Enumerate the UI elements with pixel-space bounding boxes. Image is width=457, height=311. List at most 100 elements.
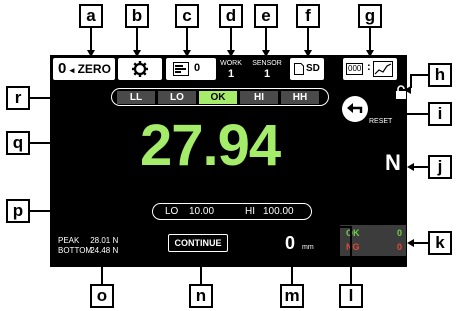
arrowhead-p xyxy=(145,207,152,215)
callout-d: d xyxy=(219,4,243,28)
leader-e xyxy=(265,28,267,50)
memory-button[interactable]: 0 xyxy=(166,58,216,80)
separator-icon: : xyxy=(367,61,371,73)
leader-o xyxy=(101,261,103,284)
leader-h xyxy=(410,74,428,76)
reset-button[interactable] xyxy=(342,96,368,122)
arrowhead-o xyxy=(98,255,106,262)
arrowhead-k xyxy=(407,239,414,247)
arrowhead-l xyxy=(318,219,326,226)
callout-q: q xyxy=(6,131,30,155)
lo-label: LO xyxy=(165,206,179,217)
memory-value: 0 xyxy=(194,62,201,74)
zero-button[interactable]: 0 ◂ ZERO xyxy=(53,58,115,80)
callout-m: m xyxy=(280,284,304,308)
measurement-value: 27.94 xyxy=(140,113,281,178)
arrowhead-b xyxy=(133,50,141,57)
arrowhead-e xyxy=(262,50,270,57)
leader-g xyxy=(369,28,371,50)
hi-label: HI xyxy=(245,206,255,217)
continue-button[interactable]: CONTINUE xyxy=(168,234,228,252)
leader-a xyxy=(90,28,92,50)
peak-bottom-values: PEAK 28.01 N BOTTOM 24.48 N xyxy=(58,236,118,256)
callout-c: c xyxy=(175,4,199,28)
displacement-unit: mm xyxy=(302,244,314,251)
arrowhead-n xyxy=(197,255,205,262)
judge-hh: HH xyxy=(281,91,319,104)
graph-button[interactable]: 000 : xyxy=(343,58,397,80)
ng-count: 0 xyxy=(396,242,402,252)
gear-icon xyxy=(132,61,148,77)
peak-label: PEAK xyxy=(58,236,80,245)
leader-c xyxy=(186,28,188,50)
leader-k xyxy=(414,242,428,244)
arrowhead-a xyxy=(87,50,95,57)
callout-f: f xyxy=(296,4,320,28)
arrowhead-i xyxy=(371,110,378,118)
arrowhead-q xyxy=(131,139,138,147)
zero-label: ZERO xyxy=(77,62,111,76)
callout-l: l xyxy=(339,284,363,308)
ok-count: 0 xyxy=(396,228,402,238)
back-arrow-icon xyxy=(347,103,363,113)
leader-b xyxy=(136,28,138,50)
leader-m xyxy=(291,261,293,284)
leader-d xyxy=(230,28,232,50)
work-value[interactable]: 1 xyxy=(220,68,242,80)
sd-button[interactable]: SD xyxy=(290,58,324,80)
leader-l-horizontal xyxy=(322,226,352,228)
callout-n: n xyxy=(189,284,213,308)
peak-value: 28.01 N xyxy=(90,236,119,245)
zero-value: 0 xyxy=(58,60,67,77)
zero-arrow-icon: ◂ xyxy=(69,65,75,75)
bottom-label: BOTTOM xyxy=(58,246,93,255)
arrowhead-h xyxy=(404,86,411,94)
hi-value: 100.00 xyxy=(263,206,294,217)
arrowhead-j xyxy=(407,163,414,171)
arrowhead-d xyxy=(227,50,235,57)
work-label: WORK xyxy=(220,60,242,67)
sensor-label: SENSOR xyxy=(252,60,282,67)
callout-g: g xyxy=(358,4,382,28)
judge-ll: LL xyxy=(117,91,155,104)
callout-k: k xyxy=(428,231,452,255)
ng-label: NG xyxy=(346,242,360,252)
callout-e: e xyxy=(254,4,278,28)
callout-j: j xyxy=(428,155,452,179)
measurement-unit[interactable]: N xyxy=(385,150,401,176)
arrowhead-m xyxy=(288,255,296,262)
settings-button[interactable] xyxy=(118,58,162,80)
callout-i: i xyxy=(428,102,452,126)
sd-label: SD xyxy=(306,63,320,74)
ok-label: OK xyxy=(346,228,360,238)
arrowhead-f xyxy=(304,50,312,57)
memory-list-icon xyxy=(173,62,189,76)
leader-l xyxy=(350,226,352,284)
reset-label: RESET xyxy=(369,118,393,125)
leader-j xyxy=(414,166,428,168)
callout-o: o xyxy=(90,284,114,308)
graph-icon xyxy=(373,61,393,77)
sensor-value[interactable]: 1 xyxy=(252,68,282,80)
callout-p: p xyxy=(6,199,30,223)
arrowhead-r xyxy=(103,94,110,102)
leader-f xyxy=(307,28,309,50)
lo-value: 10.00 xyxy=(189,206,215,217)
leader-q xyxy=(30,142,132,144)
leader-i xyxy=(378,113,428,115)
judge-hi: HI xyxy=(240,91,278,104)
displacement-value: 0 xyxy=(285,233,296,253)
callout-r: r xyxy=(6,86,30,110)
callout-a: a xyxy=(79,4,103,28)
limits-bar[interactable]: LO 10.00 HI 100.00 xyxy=(152,203,312,220)
counter-box: 000 xyxy=(346,63,364,75)
judge-ok: OK xyxy=(199,91,237,104)
callout-b: b xyxy=(125,4,149,28)
arrowhead-c xyxy=(183,50,191,57)
arrowhead-g xyxy=(366,50,374,57)
leader-n xyxy=(200,261,202,284)
leader-p xyxy=(30,210,146,212)
callout-h: h xyxy=(428,63,452,87)
judge-lo: LO xyxy=(158,91,196,104)
sd-card-icon xyxy=(294,63,304,75)
